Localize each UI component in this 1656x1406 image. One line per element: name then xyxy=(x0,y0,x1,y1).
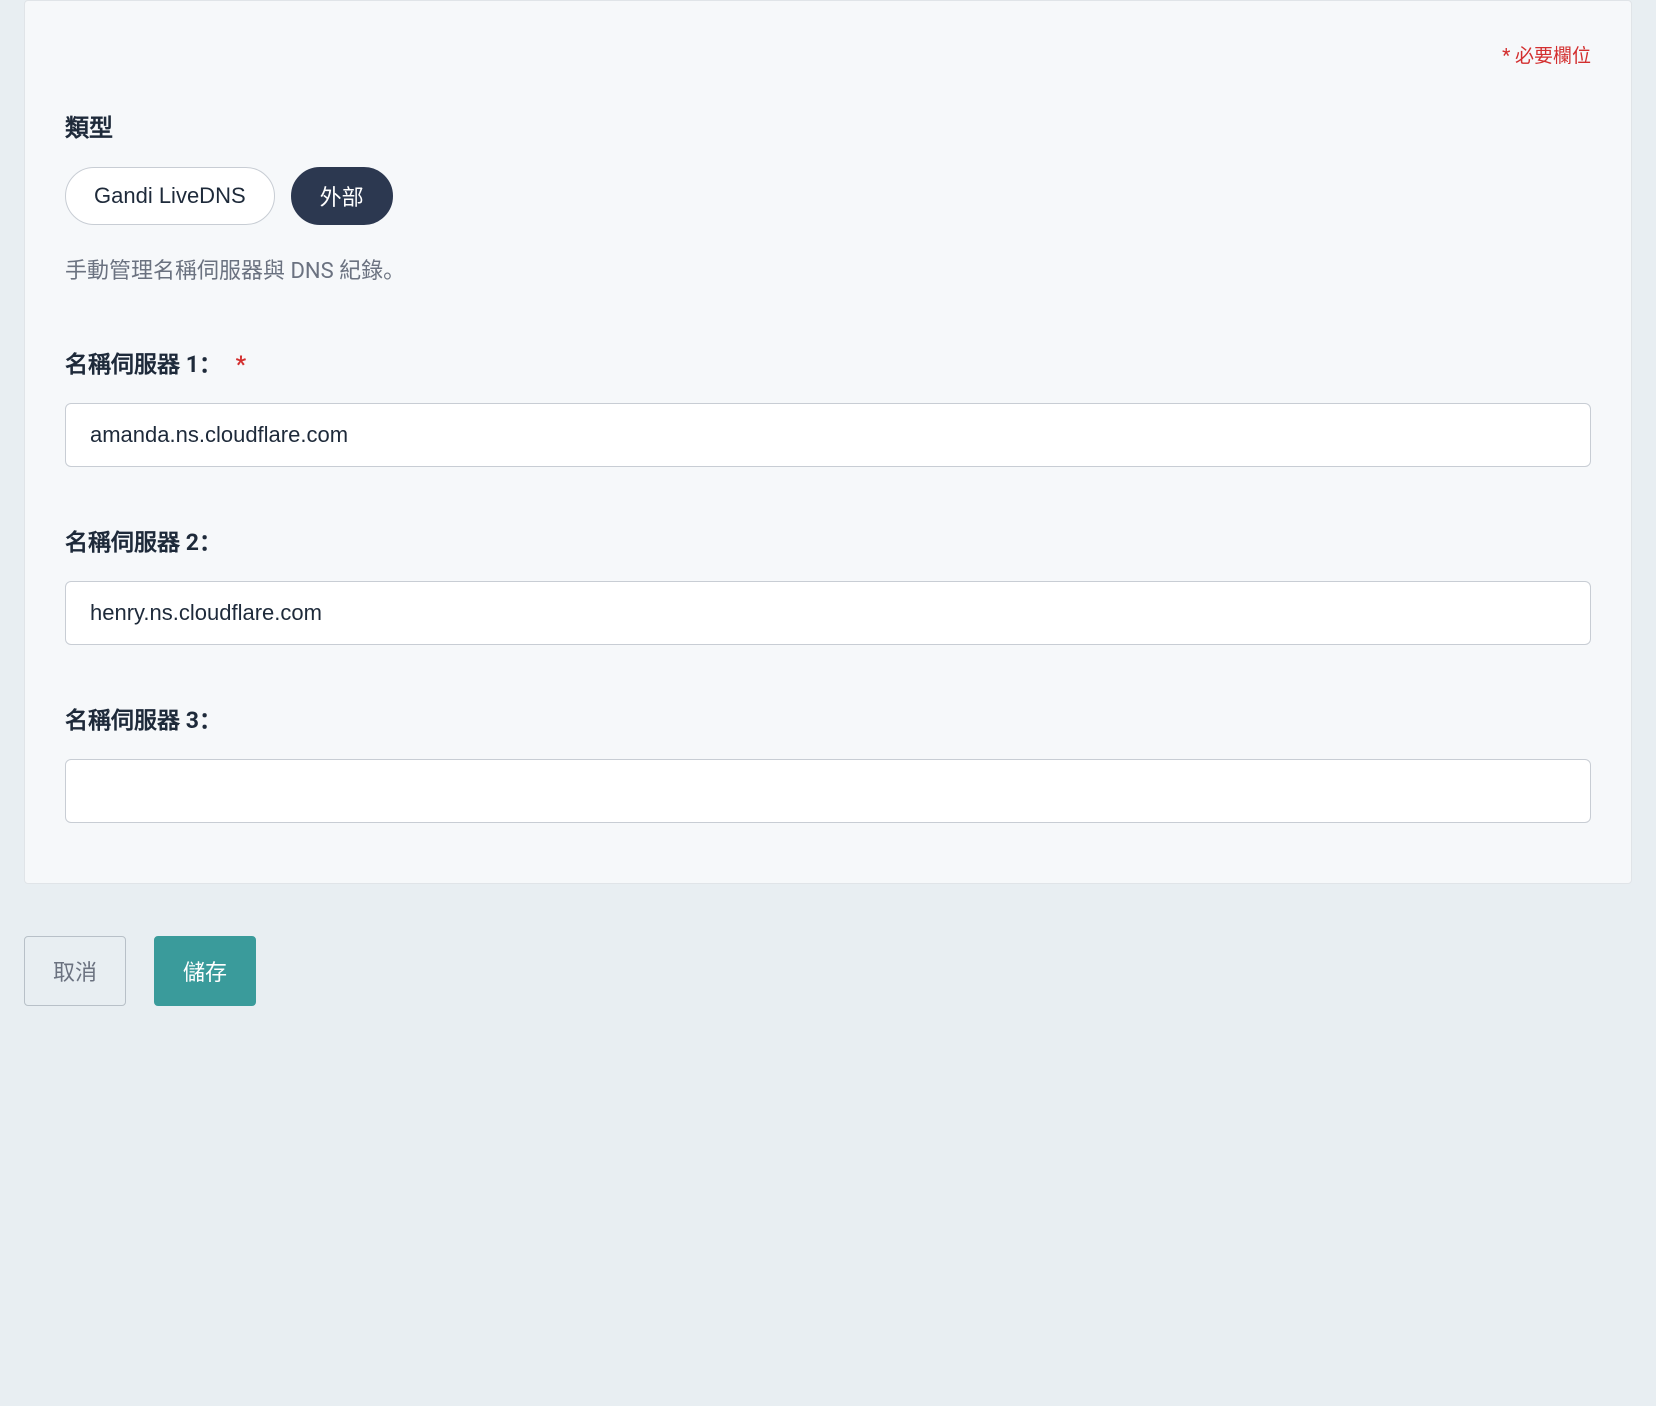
type-option-external[interactable]: 外部 xyxy=(291,167,393,225)
form-actions: 取消 儲存 xyxy=(0,908,1656,1006)
nameserver-3-input[interactable] xyxy=(65,759,1591,823)
nameserver-1-input[interactable] xyxy=(65,403,1591,467)
type-option-livedns[interactable]: Gandi LiveDNS xyxy=(65,167,275,225)
nameserver-1-field: 名稱伺服器 1： * xyxy=(65,345,1591,467)
nameserver-2-field: 名稱伺服器 2： xyxy=(65,523,1591,645)
required-star-icon: * xyxy=(236,351,246,378)
save-button[interactable]: 儲存 xyxy=(154,936,256,1006)
nameserver-3-field: 名稱伺服器 3： xyxy=(65,701,1591,823)
type-toggle-group: Gandi LiveDNS 外部 xyxy=(65,167,1591,225)
nameserver-1-label: 名稱伺服器 1： * xyxy=(65,345,1591,379)
required-fields-note: * 必要欄位 xyxy=(65,41,1591,68)
nameserver-1-label-text: 名稱伺服器 1： xyxy=(65,351,222,378)
nameserver-2-input[interactable] xyxy=(65,581,1591,645)
nameserver-settings-card: * 必要欄位 類型 Gandi LiveDNS 外部 手動管理名稱伺服器與 DN… xyxy=(24,0,1632,884)
nameserver-3-label: 名稱伺服器 3： xyxy=(65,701,1591,735)
nameserver-2-label: 名稱伺服器 2： xyxy=(65,523,1591,557)
type-label: 類型 xyxy=(65,108,1591,143)
type-helper-text: 手動管理名稱伺服器與 DNS 紀錄。 xyxy=(65,253,1591,285)
cancel-button[interactable]: 取消 xyxy=(24,936,126,1006)
